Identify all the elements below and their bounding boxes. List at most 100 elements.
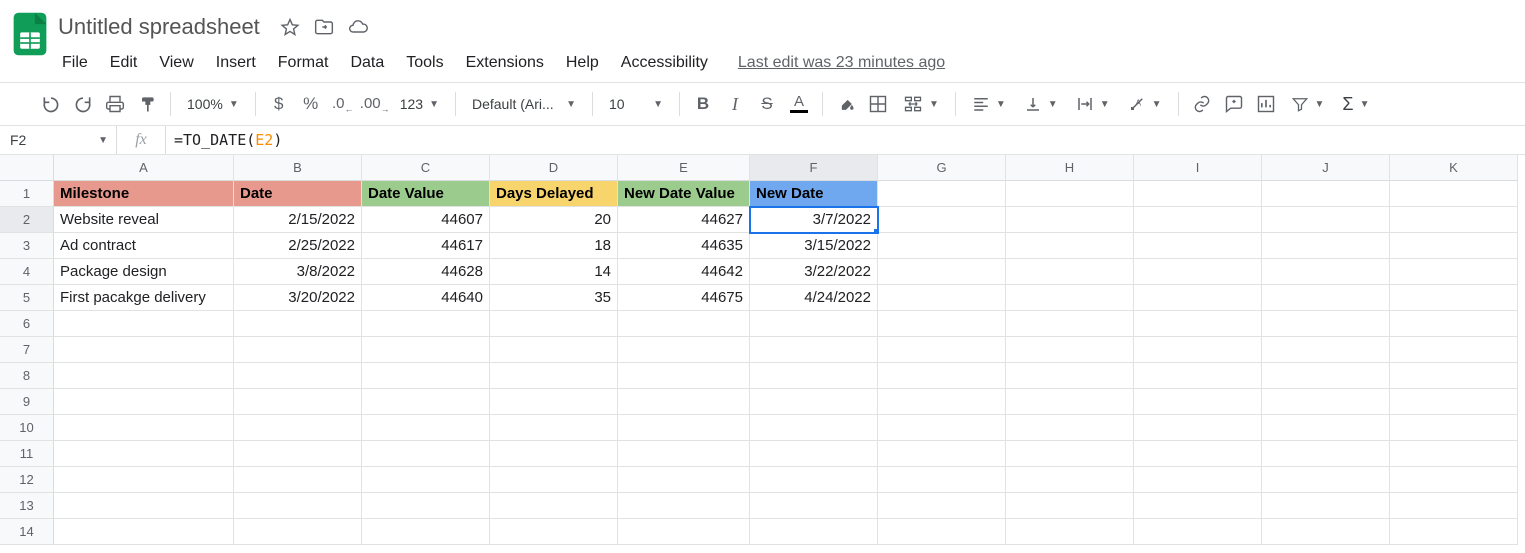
row-header-12[interactable]: 12 — [0, 467, 54, 493]
cell-J7[interactable] — [1262, 337, 1390, 363]
dec-increase-button[interactable]: .00→ — [360, 89, 390, 119]
col-header-C[interactable]: C — [362, 155, 490, 181]
halign-combo[interactable]: ▼ — [964, 89, 1014, 119]
link-button[interactable] — [1187, 89, 1217, 119]
col-header-G[interactable]: G — [878, 155, 1006, 181]
cell-D4[interactable]: 14 — [490, 259, 618, 285]
cell-H14[interactable] — [1006, 519, 1134, 545]
sheets-logo[interactable] — [8, 8, 52, 60]
row-header-3[interactable]: 3 — [0, 233, 54, 259]
row-header-13[interactable]: 13 — [0, 493, 54, 519]
rotate-combo[interactable]: A▼ — [1120, 89, 1170, 119]
cell-C3[interactable]: 44617 — [362, 233, 490, 259]
row-header-2[interactable]: 2 — [0, 207, 54, 233]
cell-A12[interactable] — [54, 467, 234, 493]
cell-H6[interactable] — [1006, 311, 1134, 337]
cell-B8[interactable] — [234, 363, 362, 389]
cell-D13[interactable] — [490, 493, 618, 519]
cloud-status-icon[interactable] — [348, 17, 368, 37]
menu-help[interactable]: Help — [556, 48, 609, 78]
cell-B9[interactable] — [234, 389, 362, 415]
cell-B5[interactable]: 3/20/2022 — [234, 285, 362, 311]
cell-K11[interactable] — [1390, 441, 1518, 467]
cell-H8[interactable] — [1006, 363, 1134, 389]
cell-C11[interactable] — [362, 441, 490, 467]
cell-E1[interactable]: New Date Value — [618, 181, 750, 207]
cell-H4[interactable] — [1006, 259, 1134, 285]
cell-G2[interactable] — [878, 207, 1006, 233]
cell-J11[interactable] — [1262, 441, 1390, 467]
cell-D8[interactable] — [490, 363, 618, 389]
cell-I1[interactable] — [1134, 181, 1262, 207]
cell-G1[interactable] — [878, 181, 1006, 207]
cell-D7[interactable] — [490, 337, 618, 363]
cell-I13[interactable] — [1134, 493, 1262, 519]
redo-button[interactable] — [68, 89, 98, 119]
cell-J12[interactable] — [1262, 467, 1390, 493]
cell-C7[interactable] — [362, 337, 490, 363]
functions-combo[interactable]: Σ▼ — [1334, 89, 1377, 119]
cell-B14[interactable] — [234, 519, 362, 545]
cell-I10[interactable] — [1134, 415, 1262, 441]
cell-A11[interactable] — [54, 441, 234, 467]
cell-A10[interactable] — [54, 415, 234, 441]
fill-color-button[interactable] — [831, 89, 861, 119]
cell-J10[interactable] — [1262, 415, 1390, 441]
cell-F4[interactable]: 3/22/2022 — [750, 259, 878, 285]
cell-E8[interactable] — [618, 363, 750, 389]
row-header-7[interactable]: 7 — [0, 337, 54, 363]
wrap-combo[interactable]: ▼ — [1068, 89, 1118, 119]
menu-file[interactable]: File — [52, 48, 98, 78]
cell-I14[interactable] — [1134, 519, 1262, 545]
cell-G7[interactable] — [878, 337, 1006, 363]
cell-C13[interactable] — [362, 493, 490, 519]
cell-A9[interactable] — [54, 389, 234, 415]
cell-D10[interactable] — [490, 415, 618, 441]
cell-B12[interactable] — [234, 467, 362, 493]
comment-button[interactable] — [1219, 89, 1249, 119]
cell-H13[interactable] — [1006, 493, 1134, 519]
cell-D14[interactable] — [490, 519, 618, 545]
cell-E13[interactable] — [618, 493, 750, 519]
row-header-9[interactable]: 9 — [0, 389, 54, 415]
cell-B13[interactable] — [234, 493, 362, 519]
cell-K2[interactable] — [1390, 207, 1518, 233]
cell-C5[interactable]: 44640 — [362, 285, 490, 311]
cell-F8[interactable] — [750, 363, 878, 389]
name-box[interactable]: F2▼ — [0, 126, 116, 154]
cell-J8[interactable] — [1262, 363, 1390, 389]
cell-F13[interactable] — [750, 493, 878, 519]
cell-D3[interactable]: 18 — [490, 233, 618, 259]
cell-A13[interactable] — [54, 493, 234, 519]
cell-F5[interactable]: 4/24/2022 — [750, 285, 878, 311]
cell-K6[interactable] — [1390, 311, 1518, 337]
cell-I8[interactable] — [1134, 363, 1262, 389]
cell-E12[interactable] — [618, 467, 750, 493]
menu-edit[interactable]: Edit — [100, 48, 148, 78]
col-header-A[interactable]: A — [54, 155, 234, 181]
cell-I6[interactable] — [1134, 311, 1262, 337]
cell-D5[interactable]: 35 — [490, 285, 618, 311]
row-header-6[interactable]: 6 — [0, 311, 54, 337]
cell-H2[interactable] — [1006, 207, 1134, 233]
cell-C1[interactable]: Date Value — [362, 181, 490, 207]
cell-J3[interactable] — [1262, 233, 1390, 259]
zoom-combo[interactable]: 100%▼ — [179, 89, 247, 119]
cell-A4[interactable]: Package design — [54, 259, 234, 285]
cell-G14[interactable] — [878, 519, 1006, 545]
cell-A7[interactable] — [54, 337, 234, 363]
cell-I7[interactable] — [1134, 337, 1262, 363]
cell-K1[interactable] — [1390, 181, 1518, 207]
cell-G13[interactable] — [878, 493, 1006, 519]
cell-A14[interactable] — [54, 519, 234, 545]
cell-I9[interactable] — [1134, 389, 1262, 415]
percent-button[interactable]: % — [296, 89, 326, 119]
cell-G3[interactable] — [878, 233, 1006, 259]
menu-tools[interactable]: Tools — [396, 48, 453, 78]
cell-F10[interactable] — [750, 415, 878, 441]
col-header-J[interactable]: J — [1262, 155, 1390, 181]
cell-K12[interactable] — [1390, 467, 1518, 493]
font-combo[interactable]: Default (Ari...▼ — [464, 89, 584, 119]
cell-J6[interactable] — [1262, 311, 1390, 337]
cell-H3[interactable] — [1006, 233, 1134, 259]
